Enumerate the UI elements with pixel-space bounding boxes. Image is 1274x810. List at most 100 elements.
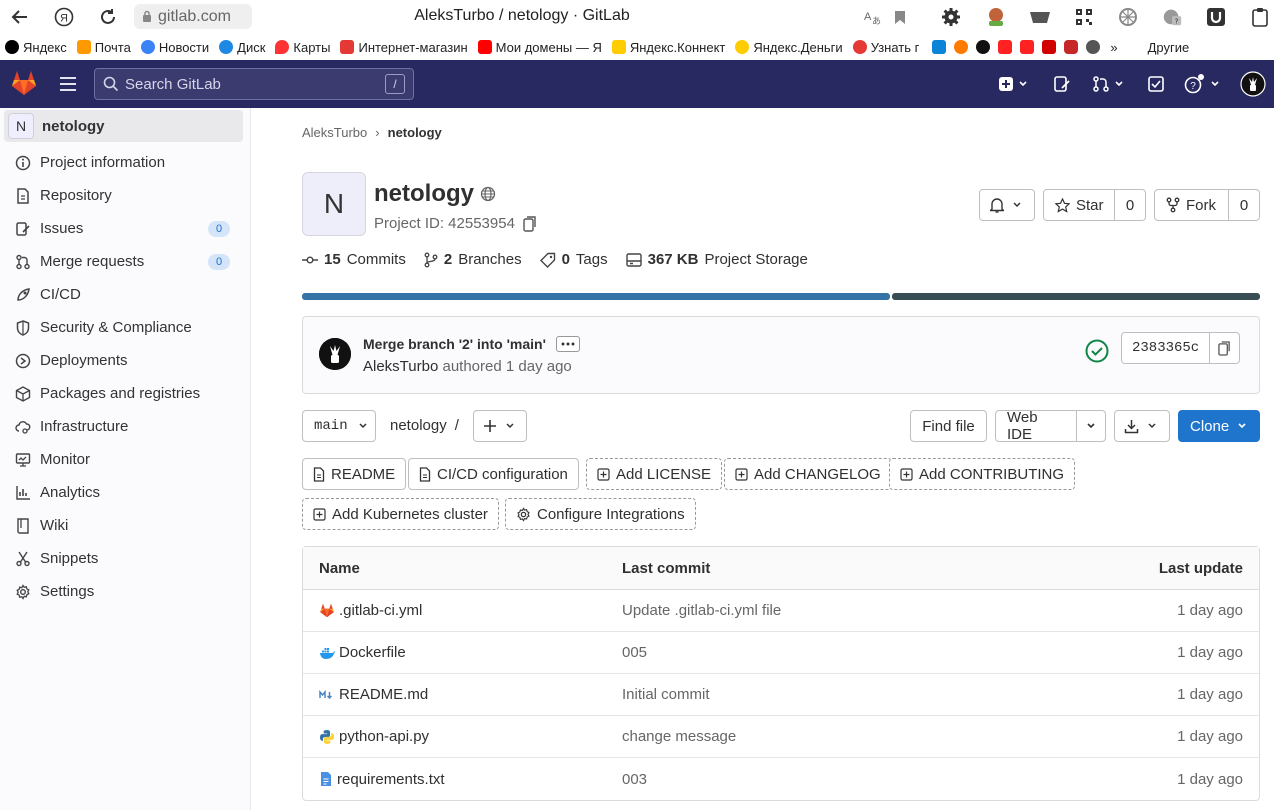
- commits-stat[interactable]: 15 Commits: [302, 251, 406, 268]
- add-contributing-button[interactable]: Add CONTRIBUTING: [889, 458, 1076, 490]
- language-bar-segment[interactable]: [891, 293, 1260, 300]
- bookmark-item[interactable]: Почта: [72, 34, 136, 60]
- sidebar-item-repository[interactable]: Repository: [0, 179, 250, 212]
- file-last-commit[interactable]: 003: [622, 771, 1022, 788]
- sidebar-item-security-compliance[interactable]: Security & Compliance: [0, 311, 250, 344]
- qr-code-icon[interactable]: [1073, 6, 1095, 28]
- fork-count[interactable]: 0: [1228, 190, 1259, 220]
- menu-icon[interactable]: [58, 74, 78, 94]
- file-name[interactable]: README.md: [339, 686, 428, 703]
- help-header-icon[interactable]: ?: [1184, 72, 1220, 96]
- sidebar-item-snippets[interactable]: Snippets: [0, 542, 250, 575]
- readme-button[interactable]: README: [302, 458, 407, 490]
- extension-cloud-icon[interactable]: ?: [1161, 6, 1183, 28]
- bookmark-item[interactable]: Яндекс.Коннект: [607, 34, 731, 60]
- issues-header-icon[interactable]: [1053, 72, 1071, 96]
- find-file-button[interactable]: Find file: [910, 410, 987, 442]
- language-bar-segment[interactable]: [302, 293, 890, 300]
- bookmark-item[interactable]: Узнать г: [848, 34, 925, 60]
- repo-path-project[interactable]: netology: [390, 417, 447, 434]
- file-name[interactable]: Dockerfile: [339, 644, 406, 661]
- openai-icon[interactable]: [1086, 40, 1101, 54]
- sidebar-item-wiki[interactable]: Wiki: [0, 509, 250, 542]
- download-button[interactable]: [1114, 410, 1170, 442]
- web-ide-dropdown[interactable]: [1076, 411, 1105, 441]
- sidebar-item-merge-requests[interactable]: Merge requests 0: [0, 245, 250, 278]
- fork-button[interactable]: Fork 0: [1154, 189, 1260, 221]
- bookmark-item[interactable]: Карты: [270, 34, 335, 60]
- bookmark-item[interactable]: Яндекс.Деньги: [730, 34, 847, 60]
- orange-icon[interactable]: [954, 40, 969, 54]
- other-bookmarks[interactable]: Другие: [1143, 34, 1195, 60]
- add-changelog-button[interactable]: Add CHANGELOG: [724, 458, 892, 490]
- bookmark-icon[interactable]: [889, 6, 911, 28]
- notification-button[interactable]: [979, 189, 1035, 221]
- branches-stat[interactable]: 2 Branches: [424, 251, 522, 268]
- yandex-red-icon[interactable]: [998, 40, 1013, 54]
- file-name[interactable]: python-api.py: [339, 728, 429, 745]
- breadcrumb-project[interactable]: netology: [388, 125, 442, 140]
- sidebar-item-cicd[interactable]: CI/CD: [0, 278, 250, 311]
- commit-author-avatar[interactable]: [319, 338, 351, 370]
- extension-avatar-icon[interactable]: [985, 6, 1007, 28]
- pipeline-status-icon[interactable]: [1085, 339, 1109, 363]
- copy-icon[interactable]: [523, 215, 537, 232]
- breadcrumb-owner[interactable]: AleksTurbo: [302, 125, 367, 140]
- file-last-commit[interactable]: Update .gitlab-ci.yml file: [622, 602, 1022, 619]
- merge-requests-header-icon[interactable]: [1092, 72, 1124, 96]
- table-row[interactable]: .gitlab-ci.yml Update .gitlab-ci.yml fil…: [303, 590, 1259, 632]
- table-row[interactable]: requirements.txt 003 1 day ago: [303, 758, 1259, 800]
- sidebar-item-project-information[interactable]: Project information: [0, 146, 250, 179]
- table-row[interactable]: python-api.py change message 1 day ago: [303, 716, 1259, 758]
- web-ide-button[interactable]: Web IDE: [995, 409, 1106, 443]
- add-to-tree-button[interactable]: [473, 410, 527, 442]
- plus-circle-icon[interactable]: [976, 40, 991, 54]
- sidebar-item-infrastructure[interactable]: Infrastructure: [0, 410, 250, 443]
- file-last-commit[interactable]: 005: [622, 644, 1022, 661]
- add-kubernetes-cluster-button[interactable]: Add Kubernetes cluster: [302, 498, 499, 530]
- storage-stat[interactable]: 367 KB Project Storage: [625, 251, 808, 268]
- gitlab-logo-icon[interactable]: [10, 70, 38, 98]
- copy-sha-button[interactable]: [1209, 333, 1239, 363]
- sidebar-item-issues[interactable]: Issues 0: [0, 212, 250, 245]
- star-count[interactable]: 0: [1114, 190, 1145, 220]
- bookmark-item[interactable]: Диск: [214, 34, 270, 60]
- expand-commit-button[interactable]: [555, 336, 580, 352]
- sidebar-item-deployments[interactable]: Deployments: [0, 344, 250, 377]
- table-row[interactable]: README.md Initial commit 1 day ago: [303, 674, 1259, 716]
- bookmark-item[interactable]: Яндекс: [0, 34, 72, 60]
- extension-shield-icon[interactable]: [1205, 6, 1227, 28]
- h-icon[interactable]: [1042, 40, 1057, 54]
- file-last-commit[interactable]: change message: [622, 728, 1022, 745]
- tags-stat[interactable]: 0 Tags: [539, 251, 608, 268]
- commit-author[interactable]: AleksTurbo: [363, 358, 438, 375]
- bookmark-item[interactable]: Интернет-магазин: [335, 34, 472, 60]
- bookmark-item[interactable]: Мои домены — Я: [473, 34, 607, 60]
- extension-flower-icon[interactable]: [1117, 6, 1139, 28]
- file-name[interactable]: .gitlab-ci.yml: [339, 602, 422, 619]
- star-button[interactable]: Star 0: [1043, 189, 1146, 221]
- extension-clipboard-icon[interactable]: [1249, 6, 1271, 28]
- record-icon[interactable]: [1064, 40, 1079, 54]
- file-last-commit[interactable]: Initial commit: [622, 686, 1022, 703]
- sidebar-item-packages-registries[interactable]: Packages and registries: [0, 377, 250, 410]
- clone-button[interactable]: Clone: [1178, 410, 1260, 442]
- settings-gear-icon[interactable]: [940, 6, 962, 28]
- bookmarks-overflow[interactable]: »: [1105, 34, 1122, 60]
- sidebar-item-monitor[interactable]: Monitor: [0, 443, 250, 476]
- sidebar-project-header[interactable]: N netology: [4, 110, 243, 142]
- extension-tray-icon[interactable]: [1029, 6, 1051, 28]
- yandex-red-icon-2[interactable]: [1020, 40, 1035, 54]
- search-input[interactable]: Search GitLab /: [94, 68, 414, 100]
- cicd-configuration-button[interactable]: CI/CD configuration: [408, 458, 579, 490]
- todo-header-icon[interactable]: [1147, 72, 1165, 96]
- bookmark-item[interactable]: Новости: [136, 34, 214, 60]
- create-new-button[interactable]: [998, 72, 1028, 96]
- branch-selector[interactable]: main: [302, 410, 376, 442]
- sidebar-item-analytics[interactable]: Analytics: [0, 476, 250, 509]
- commit-sha[interactable]: 2383365c: [1122, 340, 1209, 356]
- sidebar-item-settings[interactable]: Settings: [0, 575, 250, 608]
- file-name[interactable]: requirements.txt: [337, 771, 445, 788]
- user-avatar[interactable]: [1240, 71, 1266, 97]
- table-row[interactable]: Dockerfile 005 1 day ago: [303, 632, 1259, 674]
